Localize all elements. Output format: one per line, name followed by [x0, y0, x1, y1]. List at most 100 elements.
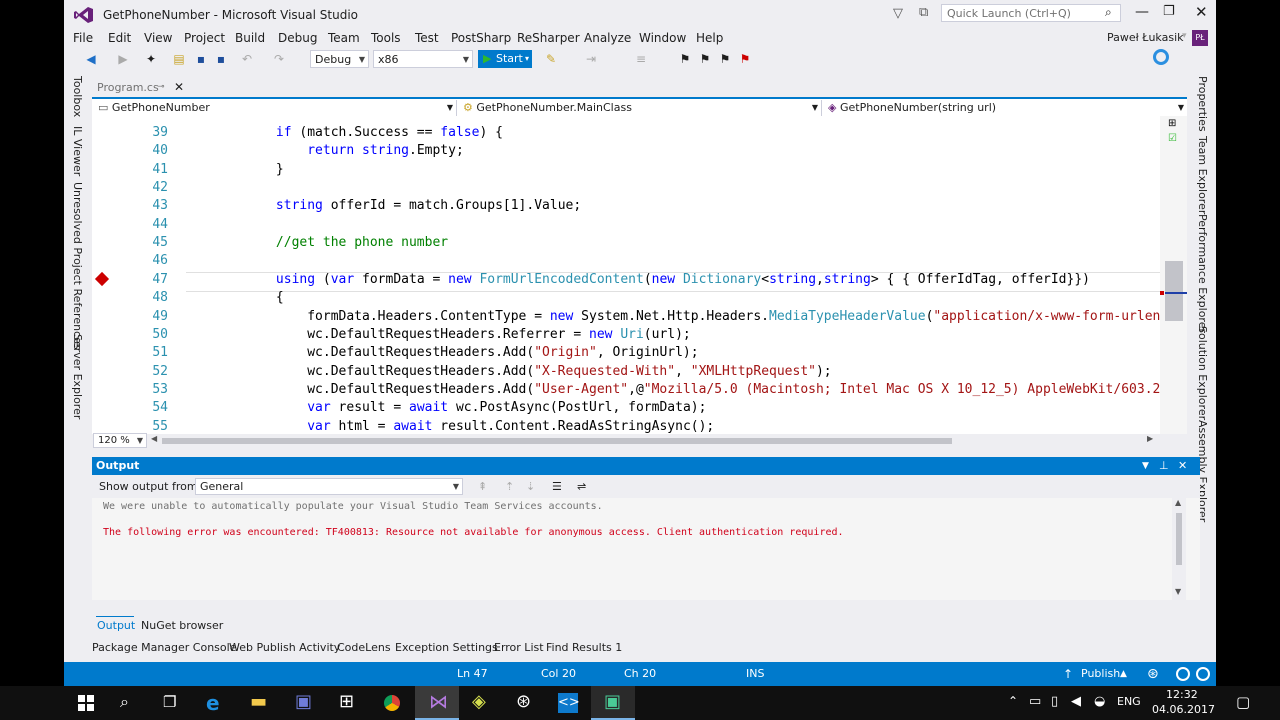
avatar[interactable]: PŁ — [1192, 30, 1208, 46]
menu-edit[interactable]: Edit — [108, 30, 131, 46]
code-line[interactable]: 40 return string.Empty; — [92, 142, 1162, 160]
forward-icon[interactable]: ▶ — [116, 52, 130, 66]
clear-bookmarks-icon[interactable]: ⚑ — [738, 52, 752, 66]
menu-view[interactable]: View — [144, 30, 172, 46]
notifications-icon[interactable]: ⧉ — [919, 5, 928, 20]
clock-date[interactable]: 04.06.2017 — [1152, 703, 1215, 716]
menu-help[interactable]: Help — [696, 30, 723, 46]
chevron-down-icon[interactable]: ▾ — [1182, 31, 1187, 41]
prev-bookmark-icon[interactable]: ⚑ — [698, 52, 712, 66]
previous-message-icon[interactable]: ⇡ — [505, 475, 514, 498]
save-icon[interactable]: ▪ — [194, 52, 208, 66]
pin-icon[interactable]: ⊥ — [1159, 457, 1169, 475]
dropdown-icon[interactable]: ▼ — [1142, 457, 1149, 475]
next-bookmark-icon[interactable]: ⚑ — [718, 52, 732, 66]
code-line[interactable]: 51 wc.DefaultRequestHeaders.Add("Origin"… — [92, 344, 1162, 362]
next-message-icon[interactable]: ⇣ — [526, 475, 535, 498]
edge-icon[interactable]: e — [206, 691, 220, 715]
scroll-down-icon[interactable]: ▼ — [1175, 587, 1181, 596]
language-indicator[interactable]: ENG — [1117, 695, 1141, 708]
team-explorer-tab[interactable]: Team Explorer — [1196, 136, 1209, 214]
code-line[interactable]: 47 using (var formData = new FormUrlEnco… — [92, 271, 1162, 289]
wifi-icon[interactable]: ◒ — [1094, 694, 1105, 709]
tab-codelens[interactable]: CodeLens — [337, 638, 391, 658]
code-line[interactable]: 55 var html = await result.Content.ReadA… — [92, 418, 1162, 434]
tab-output[interactable]: Output — [97, 616, 135, 636]
close-button[interactable]: ✕ — [1195, 3, 1208, 21]
server-explorer-tab[interactable]: Server Explorer — [71, 334, 84, 419]
class-combo[interactable]: ⚙ GetPhoneNumber.MainClass ▼ — [460, 100, 822, 116]
power-icon[interactable]: ▯ — [1051, 694, 1058, 709]
restore-button[interactable]: ❐ — [1163, 4, 1175, 19]
account-status-icon[interactable] — [1196, 667, 1210, 681]
code-line[interactable]: 54 var result = await wc.PostAsync(PostU… — [92, 399, 1162, 417]
app-globe-icon[interactable]: ⊛ — [516, 691, 531, 712]
toolbox-tab[interactable]: Toolbox — [71, 76, 84, 117]
undo-icon[interactable]: ↶ — [240, 52, 254, 66]
editor-vertical-scrollbar[interactable]: ⊞ ☑ — [1160, 116, 1187, 434]
menu-test[interactable]: Test — [415, 30, 439, 46]
clear-all-icon[interactable]: ☰ — [552, 475, 562, 498]
start-button[interactable]: ▶ Start ▾ — [478, 50, 532, 68]
code-line[interactable]: 52 wc.DefaultRequestHeaders.Add("X-Reque… — [92, 363, 1162, 381]
windows-start-icon[interactable] — [78, 695, 94, 711]
find-message-icon[interactable]: ⇞ — [478, 475, 487, 498]
volume-icon[interactable]: ◀ — [1071, 694, 1081, 709]
code-line[interactable]: 46 — [92, 252, 1162, 270]
save-all-icon[interactable]: ▪ — [214, 52, 228, 66]
notification-bell-icon[interactable]: ⊛ — [1147, 662, 1159, 686]
pin-icon[interactable]: ⊸ — [157, 78, 165, 97]
platform-select[interactable]: x86 ▼ — [373, 50, 473, 68]
file-explorer-icon[interactable]: ▬ — [250, 691, 267, 712]
open-file-icon[interactable]: ▤ — [172, 52, 186, 66]
menu-build[interactable]: Build — [235, 30, 265, 46]
solution-explorer-tab[interactable]: Solution Explorer — [1196, 326, 1209, 420]
menu-team[interactable]: Team — [328, 30, 360, 46]
vscode-icon[interactable]: <> — [558, 693, 580, 713]
member-combo[interactable]: ◈ GetPhoneNumber(string url) ▼ — [825, 100, 1187, 116]
code-line[interactable]: 49 formData.Headers.ContentType = new Sy… — [92, 308, 1162, 326]
code-line[interactable]: 53 wc.DefaultRequestHeaders.Add("User-Ag… — [92, 381, 1162, 399]
filter-icon[interactable]: ▽ — [893, 6, 903, 21]
tab-error-list[interactable]: Error List — [494, 638, 544, 658]
quick-launch-input[interactable]: Quick Launch (Ctrl+Q) ⌕ — [941, 4, 1121, 22]
scroll-right-icon[interactable]: ▶ — [1147, 434, 1153, 443]
menu-resharper[interactable]: ReSharper — [517, 30, 580, 46]
menu-window[interactable]: Window — [639, 30, 686, 46]
feedback-smiley-icon[interactable] — [1176, 667, 1190, 681]
menu-project[interactable]: Project — [184, 30, 225, 46]
il-viewer-tab[interactable]: IL Viewer — [71, 126, 84, 176]
feedback-icon[interactable] — [1153, 49, 1169, 65]
tab-find-results-1[interactable]: Find Results 1 — [546, 638, 622, 658]
output-pane[interactable]: We were unable to automatically populate… — [92, 498, 1200, 600]
code-line[interactable]: 39 if (match.Success == false) { — [92, 124, 1162, 142]
clock-time[interactable]: 12:32 — [1166, 688, 1198, 701]
chrome-icon[interactable] — [384, 695, 400, 711]
unresolved-references-tab[interactable]: Unresolved Project References — [71, 182, 84, 350]
menu-debug[interactable]: Debug — [278, 30, 317, 46]
redo-icon[interactable]: ↷ — [272, 52, 286, 66]
performance-explorer-tab[interactable]: Performance Explorer — [1196, 214, 1209, 333]
tab-program-cs[interactable]: Program.cs ⊸ ✕ — [94, 78, 188, 97]
network-icon[interactable]: ▭ — [1029, 694, 1041, 709]
user-name[interactable]: Paweł Łukasik — [1107, 30, 1184, 46]
task-view-icon[interactable]: ❐ — [163, 693, 176, 711]
output-scroll-thumb[interactable] — [1176, 513, 1182, 565]
indent-icon[interactable]: ≡ — [634, 52, 648, 66]
taskbar-app-window[interactable]: ▣ — [591, 686, 635, 720]
scroll-up-icon[interactable]: ▲ — [1175, 498, 1181, 507]
bookmark-icon[interactable]: ⚑ — [678, 52, 692, 66]
configuration-select[interactable]: Debug ▼ — [310, 50, 369, 68]
code-line[interactable]: 41 } — [92, 161, 1162, 179]
code-line[interactable]: 45 //get the phone number — [92, 234, 1162, 252]
word-wrap-icon[interactable]: ⇌ — [577, 475, 586, 498]
tab-web-publish-activity[interactable]: Web Publish Activity — [229, 638, 340, 658]
step-icon[interactable]: ⇥ — [584, 52, 598, 66]
back-icon[interactable]: ◀ — [84, 52, 98, 66]
attach-icon[interactable]: ✎ — [544, 52, 558, 66]
horizontal-scroll-thumb[interactable] — [162, 438, 952, 444]
output-source-select[interactable]: General ▼ — [195, 478, 463, 495]
scroll-thumb[interactable] — [1165, 261, 1183, 321]
search-icon[interactable]: ⌕ — [1105, 5, 1112, 20]
search-icon[interactable]: ⌕ — [120, 692, 129, 712]
